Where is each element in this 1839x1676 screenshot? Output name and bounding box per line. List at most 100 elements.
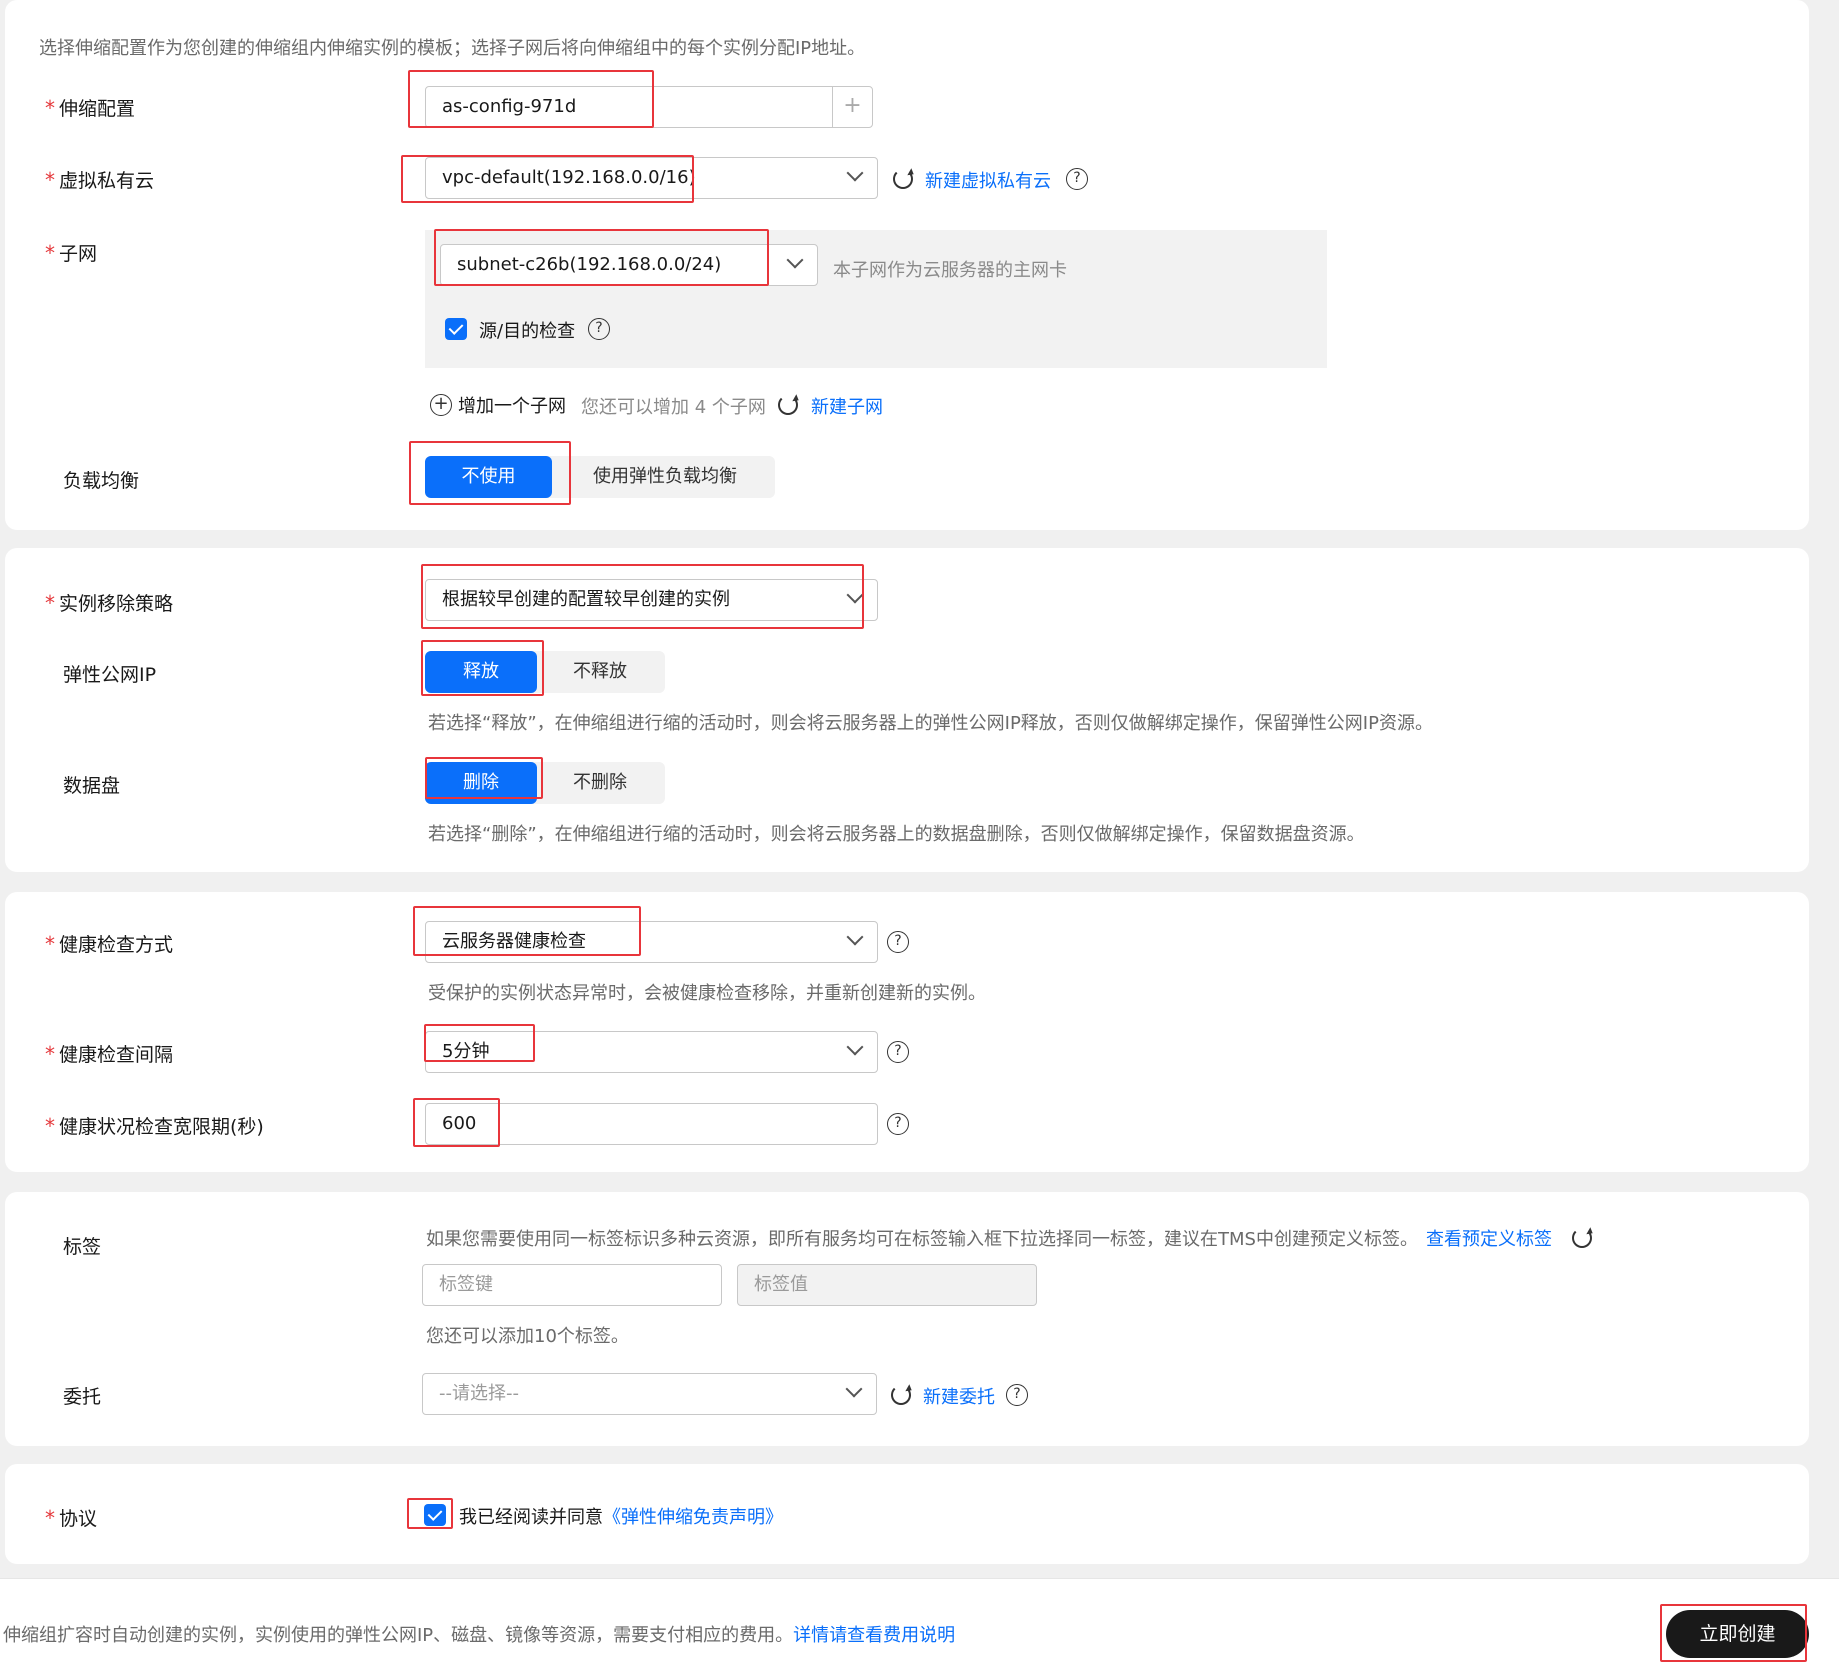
- refresh-icon[interactable]: [893, 169, 913, 189]
- help-icon[interactable]: ?: [588, 318, 610, 340]
- required-mark: *: [45, 1114, 55, 1138]
- fee-details-link[interactable]: 详情请查看费用说明: [793, 1625, 955, 1646]
- tags-label: 标签: [63, 1236, 102, 1258]
- create-subnet-link[interactable]: 新建子网: [811, 393, 883, 419]
- health-check-select[interactable]: 云服务器健康检查: [425, 921, 878, 963]
- source-dest-check-label: 源/目的检查: [479, 321, 576, 342]
- grace-period-input[interactable]: 600: [425, 1103, 878, 1145]
- refresh-icon[interactable]: [891, 1385, 911, 1405]
- add-subnet-icon[interactable]: +: [430, 394, 452, 416]
- scaling-config-input[interactable]: as-config-971d +: [425, 86, 873, 128]
- required-mark: *: [45, 1042, 55, 1066]
- health-interval-label-text: 健康检查间隔: [59, 1044, 174, 1066]
- required-mark: *: [45, 932, 55, 956]
- eip-toggle: 释放 不释放: [425, 651, 665, 693]
- help-icon[interactable]: ?: [1066, 168, 1088, 190]
- add-subnet-button[interactable]: 增加一个子网: [458, 392, 566, 418]
- chevron-down-icon: [846, 586, 864, 604]
- removal-policy-value: 根据较早创建的配置较早创建的实例: [442, 589, 730, 610]
- removal-policy-select[interactable]: 根据较早创建的配置较早创建的实例: [425, 579, 878, 621]
- add-scaling-config-button[interactable]: +: [832, 86, 872, 128]
- view-predefined-tags-link[interactable]: 查看预定义标签: [1426, 1225, 1552, 1251]
- tags-agency-card: 标签 如果您需要使用同一标签标识多种云资源，即所有服务均可在标签输入框下拉选择同…: [5, 1192, 1809, 1446]
- footer-bar: 伸缩组扩容时自动创建的实例，实例使用的弹性公网IP、磁盘、镜像等资源，需要支付相…: [0, 1578, 1839, 1676]
- grace-period-label: * 健康状况检查宽限期(秒): [45, 1112, 264, 1139]
- agency-select[interactable]: --请选择--: [422, 1373, 877, 1415]
- scaling-config-value: as-config-971d: [442, 96, 577, 117]
- create-now-button[interactable]: 立即创建: [1666, 1610, 1809, 1658]
- fee-notice: 伸缩组扩容时自动创建的实例，实例使用的弹性公网IP、磁盘、镜像等资源，需要支付相…: [3, 1621, 955, 1647]
- chevron-down-icon: [846, 928, 864, 946]
- subnet-remaining-hint: 您还可以增加 4 个子网: [581, 397, 766, 418]
- data-disk-toggle: 删除 不删除: [425, 762, 665, 804]
- chevron-down-icon: [845, 1380, 863, 1398]
- data-disk-delete-button[interactable]: 删除: [425, 762, 537, 804]
- agency-placeholder: --请选择--: [439, 1383, 519, 1404]
- vpc-value: vpc-default(192.168.0.0/16): [442, 167, 696, 188]
- chevron-down-icon: [786, 251, 804, 269]
- required-mark: *: [45, 1506, 55, 1530]
- disclaimer-link[interactable]: 《弹性伸缩免责声明》: [603, 1507, 783, 1528]
- help-icon[interactable]: ?: [887, 1113, 909, 1135]
- grace-period-value: 600: [442, 1113, 477, 1134]
- agreement-checkbox[interactable]: [424, 1504, 446, 1526]
- load-balance-label: 负载均衡: [63, 470, 140, 492]
- load-balance-toggle: 不使用 使用弹性负载均衡: [425, 456, 775, 498]
- tags-hint: 如果您需要使用同一标签标识多种云资源，即所有服务均可在标签输入框下拉选择同一标签…: [426, 1229, 1418, 1250]
- tags-remaining-hint: 您还可以添加10个标签。: [426, 1326, 629, 1347]
- help-icon[interactable]: ?: [887, 931, 909, 953]
- tag-value-placeholder: 标签值: [754, 1274, 808, 1295]
- source-dest-check-checkbox[interactable]: [445, 318, 467, 340]
- removal-policy-label-text: 实例移除策略: [59, 593, 174, 615]
- fee-notice-text: 伸缩组扩容时自动创建的实例，实例使用的弹性公网IP、磁盘、镜像等资源，需要支付相…: [3, 1625, 794, 1646]
- scaling-config-label-text: 伸缩配置: [59, 98, 136, 120]
- primary-nic-hint: 本子网作为云服务器的主网卡: [833, 260, 1067, 281]
- health-check-value: 云服务器健康检查: [442, 931, 586, 952]
- refresh-icon[interactable]: [1572, 1228, 1592, 1248]
- basic-config-card: 选择伸缩配置作为您创建的伸缩组内伸缩实例的模板；选择子网后将向伸缩组中的每个实例…: [5, 0, 1809, 530]
- required-mark: *: [45, 96, 55, 120]
- health-interval-value: 5分钟: [442, 1041, 490, 1062]
- health-check-card: * 健康检查方式 云服务器健康检查 ? 受保护的实例状态异常时，会被健康检查移除，…: [5, 892, 1809, 1172]
- health-check-label: * 健康检查方式: [45, 930, 173, 957]
- intro-text: 选择伸缩配置作为您创建的伸缩组内伸缩实例的模板；选择子网后将向伸缩组中的每个实例…: [39, 38, 866, 59]
- agreement-text-content: 我已经阅读并同意: [459, 1507, 603, 1528]
- agreement-card: * 协议 我已经阅读并同意《弹性伸缩免责声明》: [5, 1464, 1809, 1564]
- chevron-down-icon: [846, 1038, 864, 1056]
- health-interval-select[interactable]: 5分钟: [425, 1031, 878, 1073]
- required-mark: *: [45, 591, 55, 615]
- create-vpc-link[interactable]: 新建虚拟私有云: [925, 167, 1051, 193]
- health-check-hint: 受保护的实例状态异常时，会被健康检查移除，并重新创建新的实例。: [428, 983, 986, 1004]
- refresh-icon[interactable]: [778, 395, 798, 415]
- eip-hint: 若选择“释放”，在伸缩组进行缩的活动时，则会将云服务器上的弹性公网IP释放，否则…: [428, 713, 1433, 734]
- grace-period-label-text: 健康状况检查宽限期(秒): [59, 1116, 264, 1138]
- subnet-label: * 子网: [45, 239, 97, 266]
- data-disk-keep-button[interactable]: 不删除: [545, 762, 655, 804]
- subnet-select[interactable]: subnet-c26b(192.168.0.0/24): [440, 244, 818, 286]
- subnet-label-text: 子网: [59, 243, 98, 265]
- create-agency-link[interactable]: 新建委托: [923, 1383, 995, 1409]
- tag-value-input[interactable]: 标签值: [737, 1264, 1037, 1306]
- health-interval-label: * 健康检查间隔: [45, 1040, 173, 1067]
- required-mark: *: [45, 168, 55, 192]
- vpc-label-text: 虚拟私有云: [59, 170, 155, 192]
- agreement-label: * 协议: [45, 1504, 97, 1531]
- no-load-balance-button[interactable]: 不使用: [425, 456, 552, 498]
- eip-keep-button[interactable]: 不释放: [545, 651, 655, 693]
- help-icon[interactable]: ?: [887, 1041, 909, 1063]
- tag-key-input[interactable]: 标签键: [422, 1264, 722, 1306]
- data-disk-hint: 若选择“删除”，在伸缩组进行缩的活动时，则会将云服务器上的数据盘删除，否则仅做解…: [428, 824, 1365, 845]
- eip-label: 弹性公网IP: [63, 664, 157, 686]
- subnet-value: subnet-c26b(192.168.0.0/24): [457, 254, 722, 275]
- eip-release-button[interactable]: 释放: [425, 651, 537, 693]
- agency-label: 委托: [63, 1386, 102, 1408]
- use-elb-button[interactable]: 使用弹性负载均衡: [565, 456, 765, 498]
- help-icon[interactable]: ?: [1006, 1384, 1028, 1406]
- removal-policy-label: * 实例移除策略: [45, 589, 173, 616]
- scaling-config-label: * 伸缩配置: [45, 94, 135, 121]
- agreement-text: 我已经阅读并同意《弹性伸缩免责声明》: [459, 1503, 783, 1529]
- vpc-select[interactable]: vpc-default(192.168.0.0/16): [425, 157, 878, 199]
- tag-key-placeholder: 标签键: [439, 1274, 493, 1295]
- required-mark: *: [45, 241, 55, 265]
- chevron-down-icon: [846, 164, 864, 182]
